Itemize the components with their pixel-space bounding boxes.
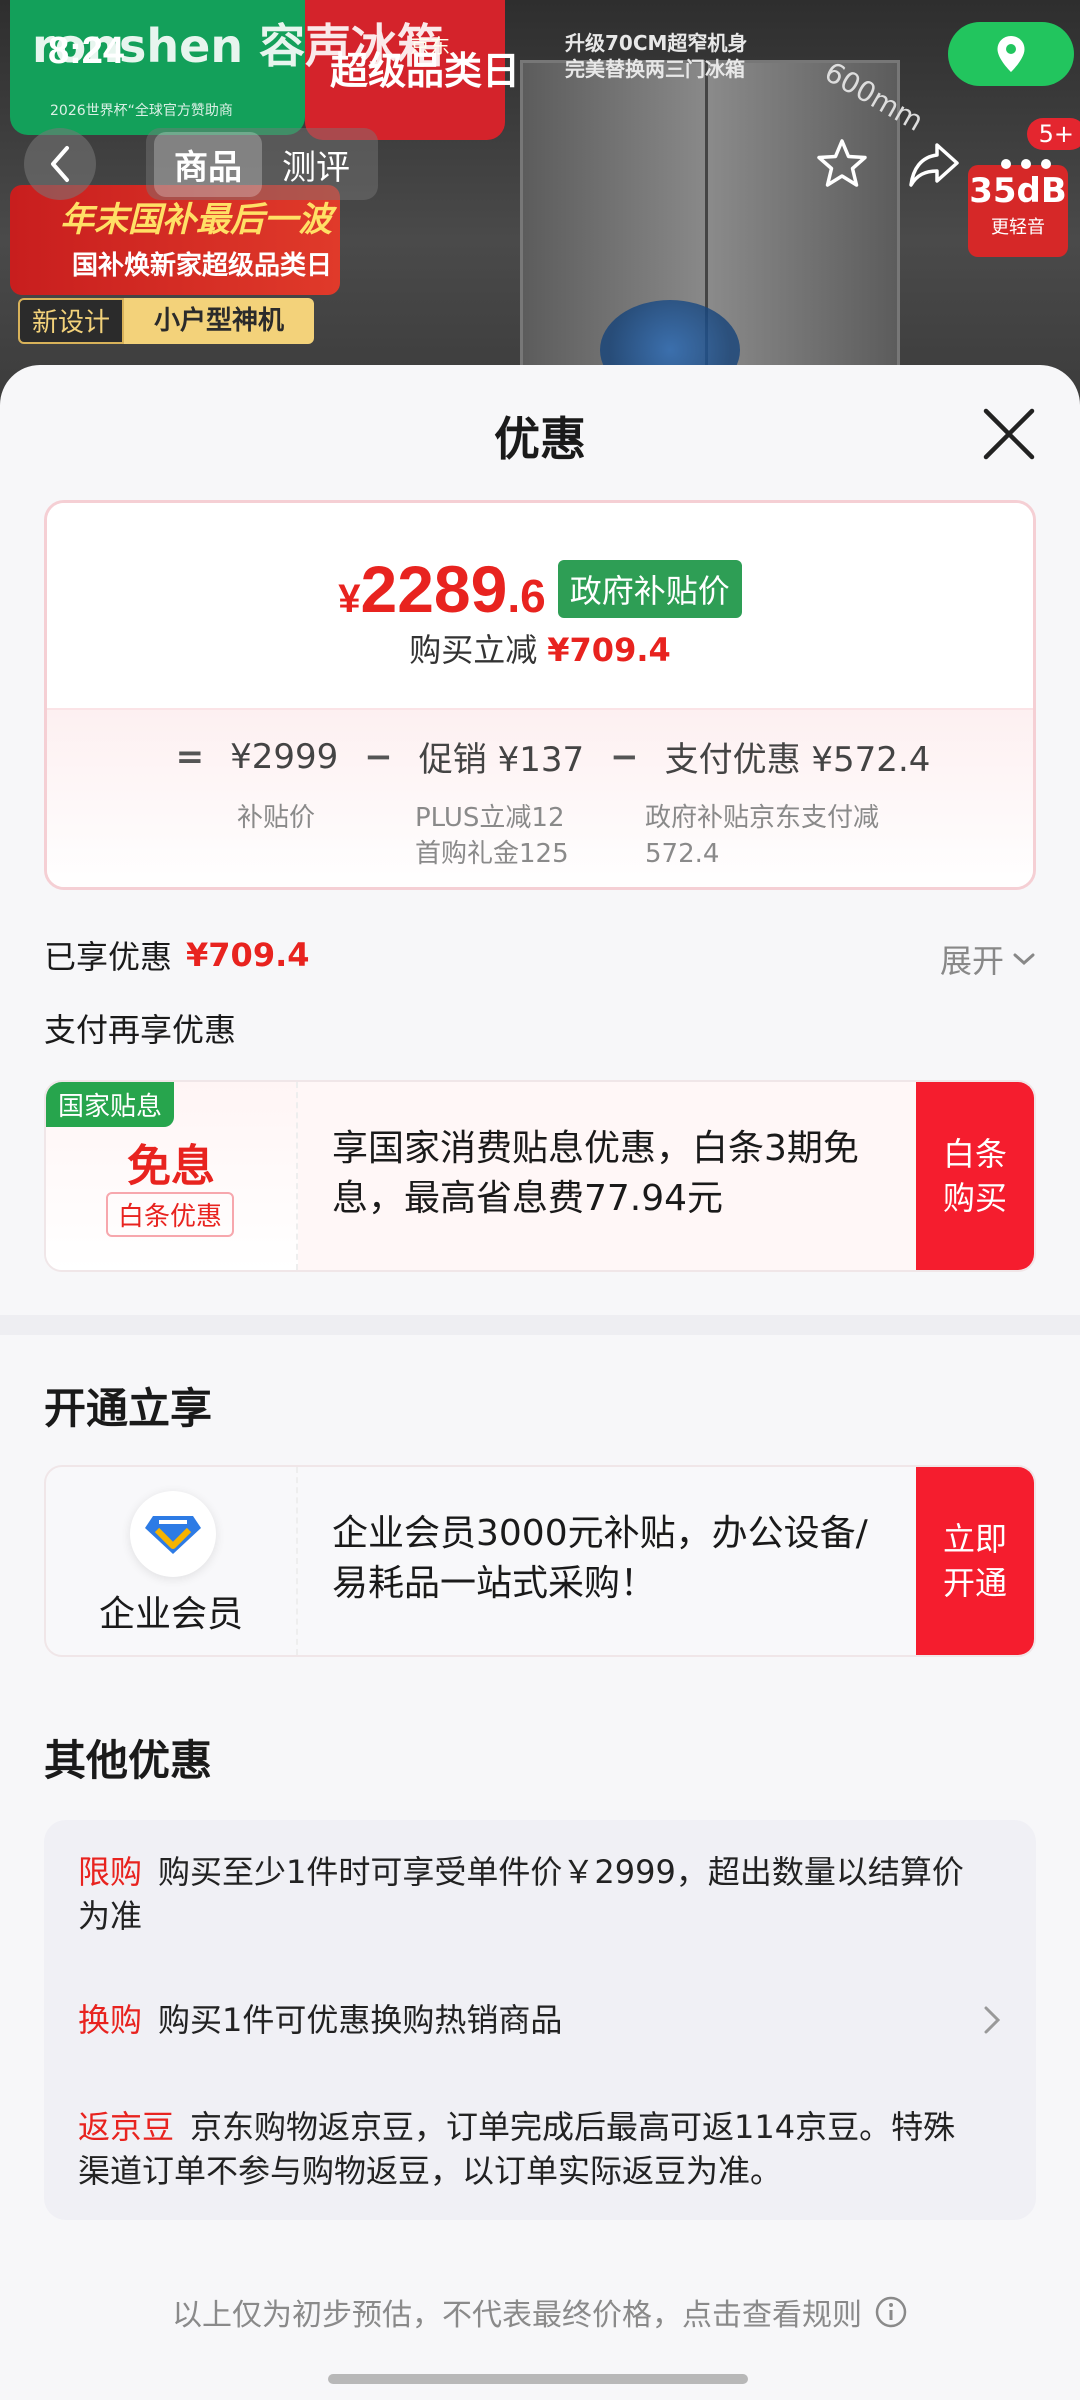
- trade-in-label: 换购: [78, 2001, 143, 2039]
- estimate-note-text: 以上仅为初步预估，不代表最终价格，点击查看规则: [172, 2298, 862, 2333]
- price-summary-card: ¥2289.6 政府补贴价 购买立减 ¥709.4 = ¥2999 − 促销 ¥1…: [44, 500, 1036, 890]
- pay-more-title: 支付再享优惠: [44, 1011, 237, 1049]
- subsidy-price: ¥2999: [230, 736, 339, 777]
- noise-badge-label: 更轻音: [991, 217, 1045, 238]
- final-price-row: ¥2289.6 政府补贴价: [47, 551, 1033, 627]
- payment-discount-line-1: 政府补贴京东支付减: [645, 803, 880, 833]
- purchase-limit-label: 限购: [78, 1853, 143, 1891]
- enjoyed-discount-amount: ¥709.4: [186, 936, 310, 974]
- minus-sign: −: [364, 736, 393, 777]
- enterprise-description: 企业会员3000元补贴，办公设备/易耗品一站式采购！: [332, 1513, 868, 1604]
- status-time: 8:24: [48, 30, 125, 72]
- tab-product[interactable]: 商品: [154, 131, 262, 197]
- price-integer: 2289: [360, 552, 508, 626]
- promo-discount-caption: PLUS立减12 首购礼金125: [415, 800, 569, 872]
- tab-review[interactable]: 测评: [262, 132, 370, 197]
- star-icon: [817, 139, 867, 187]
- payment-discount: 支付优惠 ¥572.4: [664, 740, 931, 780]
- promo-discount: 促销 ¥137: [418, 740, 585, 780]
- enjoyed-discount-label: 已享优惠: [44, 938, 173, 976]
- expand-label: 展开: [939, 942, 1004, 980]
- enterprise-member-card: 企业会员 企业会员3000元补贴，办公设备/易耗品一站式采购！ 立即开通: [44, 1465, 1036, 1657]
- product-tabs: 商品 测评: [146, 128, 378, 200]
- close-icon[interactable]: [980, 405, 1038, 463]
- favorite-button[interactable]: [810, 132, 874, 196]
- other-discounts-card: 限购 购买至少1件时可享受单件价￥2999，超出数量以结算价为准 换购 购买1件可优…: [44, 1820, 1036, 2220]
- brand-subtitle: 2026世界杯“全球官方赞助商: [50, 103, 233, 119]
- sheet-title: 优惠: [494, 412, 586, 466]
- chevron-left-icon: [51, 146, 69, 182]
- first-purchase-gift-line: 首购礼金125: [415, 839, 569, 869]
- instant-discount-amount: ¥709.4: [547, 631, 671, 669]
- payment-discount-caption: 政府补贴京东支付减 572.4: [645, 800, 879, 872]
- feature-tag-small-home: 小户型神机: [124, 298, 315, 344]
- jd-category-day-title: 超级品类日: [330, 49, 521, 93]
- baitiao-card-left: 国家贴息 免息 白条优惠: [46, 1082, 298, 1270]
- other-discounts-title: 其他优惠: [44, 1736, 213, 1785]
- sheet-header: 优惠: [0, 365, 1080, 500]
- more-button[interactable]: 5+: [994, 118, 1080, 196]
- back-button[interactable]: [24, 128, 96, 200]
- chevron-right-icon[interactable]: [976, 2000, 1006, 2040]
- price-decimal: .6: [507, 570, 546, 622]
- gov-subsidy-tag: 政府补贴价: [557, 560, 742, 618]
- product-slogan: 升级70CM超窄机身 完美替换两三门冰箱: [565, 30, 747, 82]
- message-count-badge: 5+: [1026, 118, 1080, 150]
- payment-discount-line-2: 572.4: [645, 839, 720, 869]
- minus-sign: −: [610, 736, 639, 777]
- info-icon: [875, 2296, 907, 2328]
- trade-in-text: 购买1件可优惠换购热销商品: [158, 2001, 563, 2039]
- discount-sheet: 优惠 ¥2289.6 政府补贴价 购买立减 ¥709.4 = ¥2999 − 促销…: [0, 365, 1080, 2400]
- price-currency: ¥: [338, 577, 361, 621]
- subsidy-price-caption: 补贴价: [237, 803, 316, 833]
- purchase-limit-text: 购买至少1件时可享受单件价￥2999，超出数量以结算价为准: [78, 1853, 964, 1935]
- product-banner-background: ronshen 容声冰箱 2026世界杯“全球官方赞助商 京东 超级品类日 升级…: [0, 0, 1080, 400]
- enterprise-member-label: 企业会员: [98, 1594, 243, 1635]
- slogan-line-2: 完美替换两三门冰箱: [565, 57, 745, 81]
- share-button[interactable]: [902, 132, 966, 196]
- subsidy-banner-subtitle: 国补焕新家超级品类日: [72, 251, 333, 281]
- price-formula: = ¥2999 − 促销 ¥137 − 支付优惠 ¥572.4: [47, 732, 1033, 781]
- nav-actions: 5+: [810, 118, 1080, 200]
- baitiao-buy-button[interactable]: 白条购买: [916, 1082, 1034, 1270]
- national-subsidy-tag: 国家贴息: [46, 1082, 175, 1127]
- home-indicator[interactable]: [328, 2374, 748, 2384]
- slogan-line-1: 升级70CM超窄机身: [565, 31, 748, 55]
- enterprise-diamond-icon: [130, 1491, 216, 1577]
- enterprise-open-button[interactable]: 立即开通: [916, 1467, 1034, 1655]
- jd-beans-label: 返京豆: [78, 2108, 175, 2146]
- jd-beans-item: 返京豆 京东购物返京豆，订单完成后最高可返114京豆。特殊渠道订单不参与购物返豆，…: [78, 2105, 966, 2193]
- chevron-down-icon: [1013, 953, 1035, 966]
- feature-tag-new-design: 新设计: [18, 298, 125, 344]
- expand-button[interactable]: 展开: [940, 936, 1036, 982]
- interest-free-title: 免息: [127, 1141, 215, 1192]
- final-price: ¥2289.6: [338, 551, 545, 627]
- diamond-icon: [145, 1516, 201, 1554]
- plus-discount-line: PLUS立减12: [415, 803, 565, 833]
- price-summary-top: ¥2289.6 政府补贴价 购买立减 ¥709.4: [47, 503, 1033, 708]
- share-arrow-icon: [909, 143, 959, 187]
- estimate-rules-note[interactable]: 以上仅为初步预估，不代表最终价格，点击查看规则: [0, 2290, 1080, 2334]
- instant-discount-row: 购买立减 ¥709.4: [47, 625, 1033, 671]
- baitiao-interest-free-card: 国家贴息 免息 白条优惠 享国家消费贴息优惠，白条3期免息，最高省息费77.94…: [44, 1080, 1036, 1272]
- baitiao-discount-badge: 白条优惠: [106, 1192, 235, 1237]
- enjoyed-discount-row: 已享优惠 ¥709.4 展开: [44, 930, 1036, 980]
- instant-discount-label: 购买立减: [409, 631, 538, 669]
- open-section-title: 开通立享: [44, 1384, 213, 1433]
- baitiao-description: 享国家消费贴息优惠，白条3期免息，最高省息费77.94元: [298, 1082, 916, 1270]
- section-divider: [0, 1315, 1080, 1335]
- trade-in-item[interactable]: 换购 购买1件可优惠换购热销商品: [78, 1998, 966, 2042]
- equals-sign: =: [175, 736, 205, 777]
- purchase-limit-item: 限购 购买至少1件时可享受单件价￥2999，超出数量以结算价为准: [78, 1850, 966, 1938]
- location-button[interactable]: [948, 22, 1074, 86]
- more-dots-icon: [1001, 159, 1051, 169]
- price-breakdown: = ¥2999 − 促销 ¥137 − 支付优惠 ¥572.4 补贴价 PLUS…: [47, 708, 1033, 887]
- location-pin-icon: [997, 36, 1025, 72]
- feature-tags: 新设计 小户型神机: [18, 298, 315, 344]
- enterprise-card-left: 企业会员: [46, 1467, 298, 1655]
- jd-beans-text: 京东购物返京豆，订单完成后最高可返114京豆。特殊渠道订单不参与购物返豆，以订单…: [78, 2108, 956, 2190]
